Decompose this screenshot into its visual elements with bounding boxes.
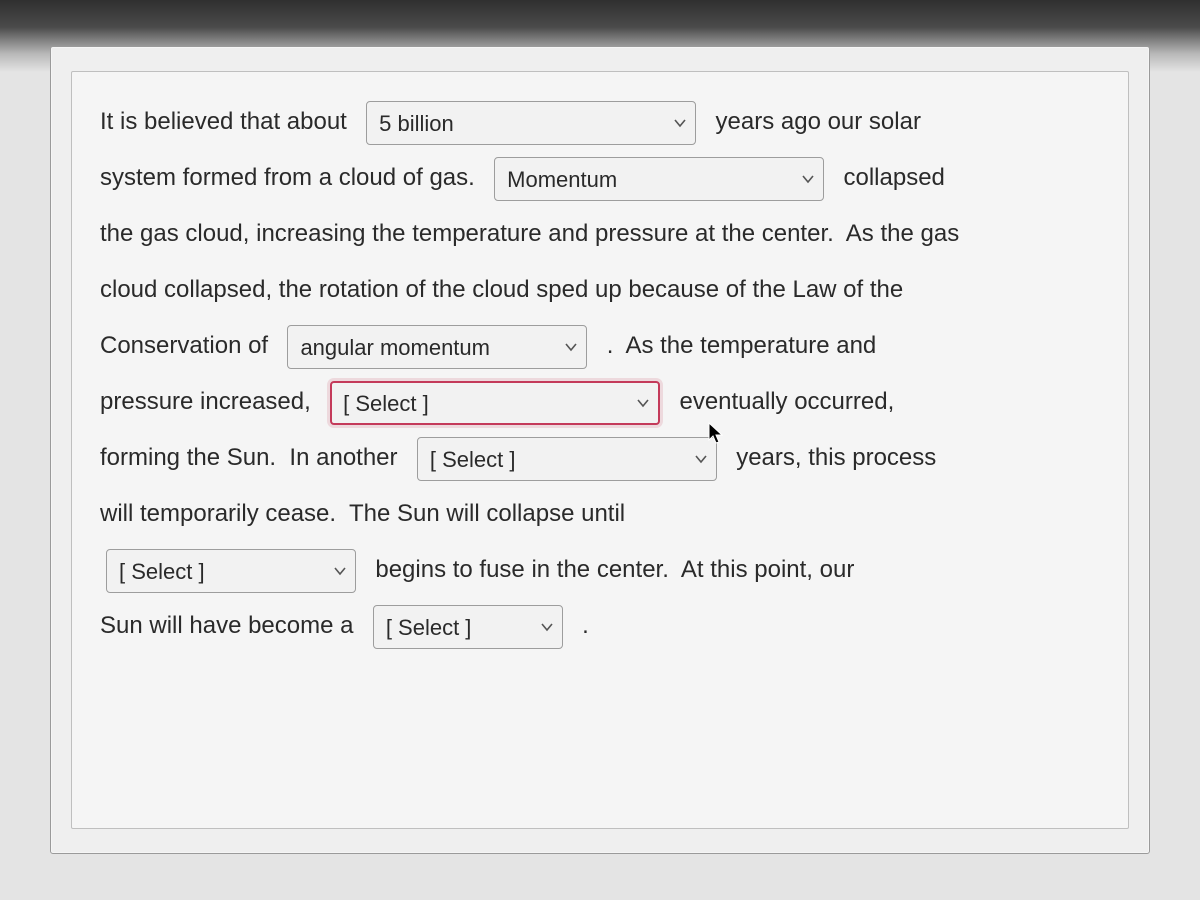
text-segment: the gas cloud, increasing the temperatur… <box>100 220 959 247</box>
dropdown-value: [ Select ] <box>343 391 429 416</box>
dropdown-value: 5 billion <box>379 111 454 136</box>
question-frame: It is believed that about 5 billion year… <box>50 46 1150 854</box>
chevron-down-icon <box>333 564 347 578</box>
text-segment: years ago our solar <box>709 108 921 135</box>
chevron-down-icon <box>694 452 708 466</box>
text-segment: forming the Sun. In another <box>100 444 404 471</box>
text-segment: years, this process <box>730 444 937 471</box>
chevron-down-icon <box>636 396 650 410</box>
text-segment: pressure increased, <box>100 388 317 415</box>
dropdown-value: angular momentum <box>300 335 490 360</box>
text-segment: It is believed that about <box>100 108 354 135</box>
chevron-down-icon <box>673 116 687 130</box>
dropdown-conservation[interactable]: angular momentum <box>287 325 587 369</box>
chevron-down-icon <box>540 620 554 634</box>
text-segment: eventually occurred, <box>673 388 894 415</box>
dropdown-years-future[interactable]: [ Select ] <box>417 437 717 481</box>
dropdown-fuse-element[interactable]: [ Select ] <box>106 549 356 593</box>
text-segment: will temporarily cease. The Sun will col… <box>100 500 625 527</box>
text-segment: collapsed <box>837 164 945 191</box>
dropdown-value: [ Select ] <box>430 447 516 472</box>
chevron-down-icon <box>564 340 578 354</box>
text-segment: Conservation of <box>100 332 275 359</box>
dropdown-force[interactable]: Momentum <box>494 157 824 201</box>
screen: It is believed that about 5 billion year… <box>0 0 1200 900</box>
text-segment: system formed from a cloud of gas. <box>100 164 481 191</box>
text-segment: . As the temperature and <box>600 332 876 359</box>
dropdown-value: [ Select ] <box>119 559 205 584</box>
dropdown-value: Momentum <box>507 167 617 192</box>
text-segment: begins to fuse in the center. At this po… <box>369 556 855 583</box>
dropdown-years-ago[interactable]: 5 billion <box>366 101 696 145</box>
text-segment: Sun will have become a <box>100 612 360 639</box>
text-segment: . <box>576 612 589 639</box>
text-segment: cloud collapsed, the rotation of the clo… <box>100 276 903 303</box>
chevron-down-icon <box>801 172 815 186</box>
dropdown-sun-become[interactable]: [ Select ] <box>373 605 563 649</box>
dropdown-process-occurred[interactable]: [ Select ] <box>330 381 660 425</box>
dropdown-value: [ Select ] <box>386 615 472 640</box>
question-body: It is believed that about 5 billion year… <box>71 71 1129 829</box>
